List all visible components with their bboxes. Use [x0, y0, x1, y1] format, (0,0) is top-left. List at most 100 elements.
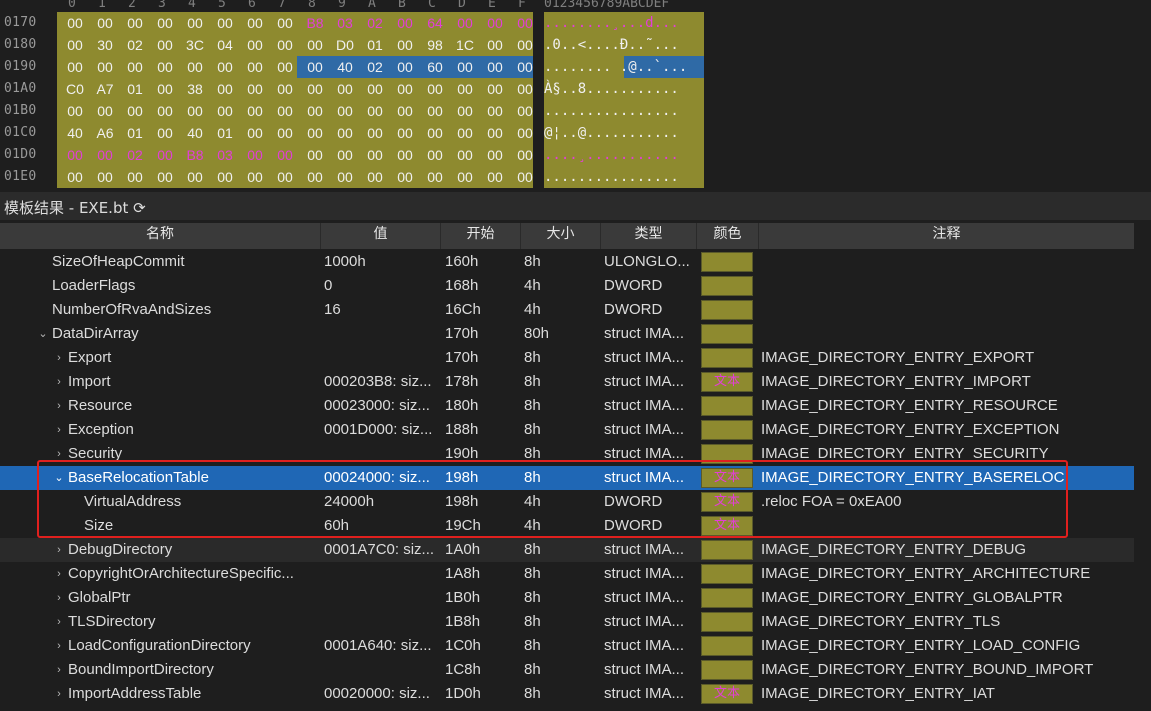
hex-byte[interactable]: 00: [149, 78, 181, 100]
hex-byte[interactable]: 00: [359, 78, 391, 100]
hex-byte[interactable]: 00: [89, 56, 121, 78]
hex-byte[interactable]: 00: [119, 166, 151, 188]
hex-byte[interactable]: 00: [239, 12, 271, 34]
hex-byte[interactable]: 00: [269, 144, 301, 166]
hex-byte[interactable]: 00: [269, 34, 301, 56]
hex-byte[interactable]: 00: [389, 122, 421, 144]
chevron-right-icon[interactable]: ›: [53, 346, 65, 370]
hex-byte[interactable]: 02: [359, 12, 391, 34]
chevron-down-icon[interactable]: ⌄: [53, 466, 65, 490]
hex-byte[interactable]: 01: [209, 122, 241, 144]
hex-byte[interactable]: 00: [239, 122, 271, 144]
hex-byte[interactable]: 00: [149, 12, 181, 34]
hex-byte[interactable]: 00: [359, 100, 391, 122]
chevron-right-icon[interactable]: ›: [53, 442, 65, 466]
hex-view[interactable]: 0 1 2 3 4 5 6 7 8 9 A B C D E F 0123456789ABCDEF 0170 00 00…: [0, 0, 1151, 190]
hex-ascii[interactable]: ................: [544, 100, 704, 122]
hex-byte[interactable]: 00: [119, 12, 151, 34]
table-row[interactable]: NumberOfRvaAndSizes 16 16Ch 4h DWORD: [0, 298, 1134, 322]
chevron-right-icon[interactable]: ›: [53, 562, 65, 586]
hex-byte[interactable]: 00: [449, 56, 481, 78]
chevron-down-icon[interactable]: ⌄: [37, 322, 49, 346]
hex-byte[interactable]: 04: [209, 34, 241, 56]
chevron-right-icon[interactable]: ›: [53, 394, 65, 418]
hex-row[interactable]: 0190 00 00 00 00 00 00 00 00 00 40 02 00 60 00 00 00....…: [0, 56, 1151, 78]
hex-byte[interactable]: 00: [149, 100, 181, 122]
table-row[interactable]: › BoundImportDirectory 1C8h 8h struct IMA...…: [0, 658, 1134, 682]
chevron-right-icon[interactable]: ›: [53, 658, 65, 682]
column-header-start[interactable]: 开始: [441, 223, 521, 249]
column-header-type[interactable]: 类型: [601, 223, 697, 249]
table-row[interactable]: › Security 190h 8h struct IMA... IMAGE_DIRECT…: [0, 442, 1134, 466]
hex-byte[interactable]: 00: [239, 166, 271, 188]
hex-byte[interactable]: 00: [149, 56, 181, 78]
hex-byte[interactable]: 00: [269, 78, 301, 100]
hex-byte[interactable]: A7: [89, 78, 121, 100]
hex-byte[interactable]: 00: [509, 56, 541, 78]
hex-byte[interactable]: 00: [479, 122, 511, 144]
hex-byte[interactable]: 00: [299, 100, 331, 122]
hex-byte[interactable]: 00: [359, 166, 391, 188]
hex-byte[interactable]: 00: [209, 166, 241, 188]
hex-byte[interactable]: 00: [239, 56, 271, 78]
hex-byte[interactable]: 00: [509, 78, 541, 100]
hex-byte[interactable]: 00: [209, 56, 241, 78]
hex-ascii[interactable]: À§..8...........: [544, 78, 704, 100]
table-row[interactable]: › Resource 00023000: siz... 180h 8h struct IM…: [0, 394, 1134, 418]
chevron-right-icon[interactable]: ›: [53, 370, 65, 394]
chevron-right-icon[interactable]: ›: [53, 682, 65, 706]
hex-byte[interactable]: 00: [239, 34, 271, 56]
hex-byte[interactable]: 00: [389, 12, 421, 34]
hex-byte[interactable]: 00: [419, 144, 451, 166]
hex-byte[interactable]: 64: [419, 12, 451, 34]
hex-byte[interactable]: 00: [179, 100, 211, 122]
hex-byte[interactable]: 40: [329, 56, 361, 78]
hex-byte[interactable]: 00: [209, 100, 241, 122]
hex-byte[interactable]: 00: [449, 100, 481, 122]
table-row[interactable]: › Exception 0001D000: siz... 188h 8h struct I…: [0, 418, 1134, 442]
hex-ascii[interactable]: .0..<....Ð..˜...: [544, 34, 704, 56]
hex-ascii[interactable]: ................: [544, 166, 704, 188]
hex-byte[interactable]: 00: [389, 34, 421, 56]
hex-byte[interactable]: 00: [179, 56, 211, 78]
hex-byte[interactable]: 00: [269, 122, 301, 144]
hex-byte[interactable]: 02: [119, 144, 151, 166]
table-row[interactable]: › CopyrightOrArchitectureSpecific... 1A8h 8…: [0, 562, 1134, 586]
hex-byte[interactable]: 00: [419, 122, 451, 144]
hex-byte[interactable]: 00: [89, 166, 121, 188]
vertical-scrollbar[interactable]: [1134, 223, 1151, 711]
table-row[interactable]: SizeOfHeapCommit 1000h 160h 8h ULONGLO...: [0, 250, 1134, 274]
hex-byte[interactable]: 00: [479, 100, 511, 122]
hex-ascii[interactable]: ........ .@..`...: [544, 56, 704, 78]
hex-byte[interactable]: 00: [389, 144, 421, 166]
hex-byte[interactable]: 98: [419, 34, 451, 56]
hex-byte[interactable]: 00: [149, 144, 181, 166]
hex-byte[interactable]: 00: [419, 78, 451, 100]
hex-byte[interactable]: 02: [119, 34, 151, 56]
chevron-right-icon[interactable]: ›: [53, 586, 65, 610]
chevron-right-icon[interactable]: ›: [53, 634, 65, 658]
column-header-comment[interactable]: 注释: [759, 223, 1134, 249]
hex-byte[interactable]: 00: [59, 144, 91, 166]
hex-byte[interactable]: 00: [509, 100, 541, 122]
hex-byte[interactable]: 00: [329, 166, 361, 188]
hex-byte[interactable]: 00: [149, 166, 181, 188]
hex-byte[interactable]: 3C: [179, 34, 211, 56]
hex-row[interactable]: 01C0 40 A6 01 00 40 01 00 00 00 00 00 00 00 00 00 00 @¦..…: [0, 122, 1151, 144]
hex-byte[interactable]: 00: [509, 12, 541, 34]
hex-byte[interactable]: 00: [329, 78, 361, 100]
hex-byte[interactable]: 00: [419, 100, 451, 122]
hex-row[interactable]: 01D0 00 00 02 00 B8 03 00 00 00 00 00 00 00 00 00 00....…: [0, 144, 1151, 166]
hex-byte[interactable]: 00: [209, 78, 241, 100]
hex-byte[interactable]: 00: [449, 144, 481, 166]
hex-byte[interactable]: 00: [149, 122, 181, 144]
hex-byte[interactable]: 00: [179, 166, 211, 188]
chevron-right-icon[interactable]: ›: [53, 418, 65, 442]
table-row[interactable]: › LoadConfigurationDirectory 0001A640: siz…: [0, 634, 1134, 658]
hex-byte[interactable]: 02: [359, 56, 391, 78]
hex-byte[interactable]: 00: [509, 144, 541, 166]
hex-byte[interactable]: 00: [359, 144, 391, 166]
hex-byte[interactable]: 00: [449, 78, 481, 100]
hex-byte[interactable]: 00: [479, 34, 511, 56]
table-row[interactable]: Size 60h 19Ch 4h DWORD 文本: [0, 514, 1134, 538]
